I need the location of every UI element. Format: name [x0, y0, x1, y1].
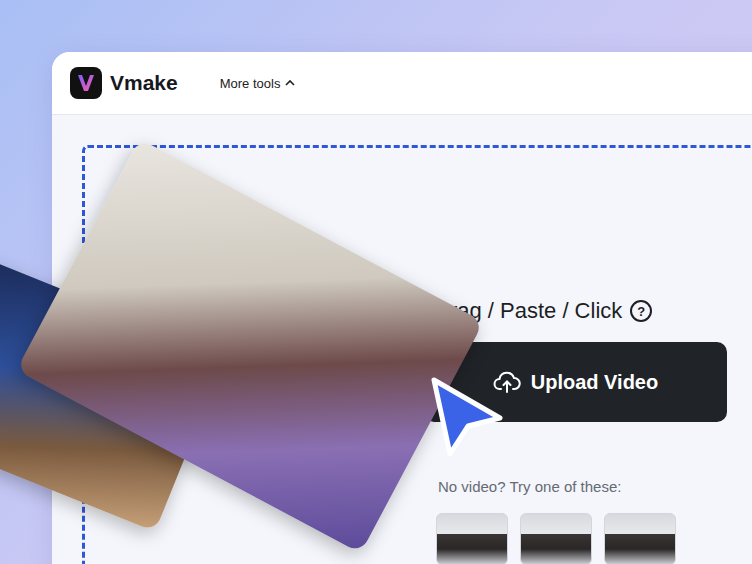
- more-tools-menu[interactable]: More tools: [218, 72, 298, 95]
- caret-up-icon: [285, 79, 295, 87]
- sample-video[interactable]: [520, 513, 592, 564]
- sample-video[interactable]: [604, 513, 676, 564]
- sample-list: [436, 513, 752, 564]
- upload-prompt: Drag / Paste / Click?: [434, 298, 752, 324]
- help-icon[interactable]: ?: [630, 300, 652, 322]
- page: Vmake More tools Drag / Paste / Click?Uplo…: [0, 0, 752, 564]
- pointer-cursor-icon: [428, 374, 506, 460]
- brand[interactable]: Vmake: [70, 67, 178, 99]
- header: Vmake More tools: [52, 52, 752, 115]
- brand-name: Vmake: [110, 71, 178, 95]
- sample-video[interactable]: [436, 513, 508, 564]
- upload-panel: Drag / Paste / Click?Upload VideoNo vide…: [424, 148, 752, 564]
- samples-label: No video? Try one of these:: [438, 478, 752, 495]
- cloud-upload-icon: [493, 370, 521, 394]
- vmake-logo-icon: [70, 67, 102, 99]
